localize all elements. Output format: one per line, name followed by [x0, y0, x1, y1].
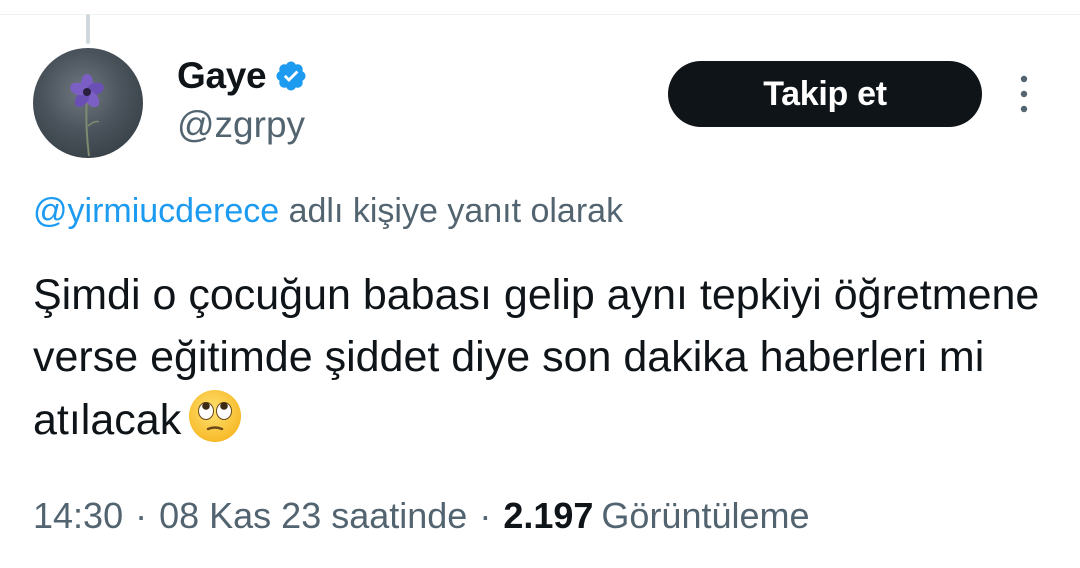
rolling-eyes-emoji-icon	[189, 390, 242, 442]
views-label: Görüntüleme	[601, 495, 810, 536]
flower-avatar-icon	[70, 74, 104, 157]
reply-context: @yirmiucderece adlı kişiye yanıt olarak	[33, 192, 623, 231]
meta-separator: ·	[479, 495, 492, 536]
reply-mention-link[interactable]: @yirmiucderece	[33, 192, 279, 230]
follow-button[interactable]: Takip et	[668, 61, 982, 127]
views-count: 2.197	[503, 495, 594, 536]
display-name[interactable]: Gaye	[177, 55, 267, 97]
avatar[interactable]	[33, 48, 143, 158]
tweet-meta: 14:30 · 08 Kas 23 saatinde · 2.197 Görün…	[33, 495, 810, 537]
meta-separator: ·	[135, 495, 148, 536]
tweet-body: Şimdi o çocuğun babası gelip aynı tepkiy…	[33, 271, 1040, 444]
tweet-text: Şimdi o çocuğun babası gelip aynı tepkiy…	[33, 264, 1053, 451]
tweet-time[interactable]: 14:30	[33, 495, 123, 537]
more-vertical-icon[interactable]	[1010, 73, 1038, 117]
tweet-date[interactable]: 08 Kas 23 saatinde	[159, 495, 467, 537]
thread-connector-line	[86, 14, 90, 44]
top-divider	[0, 14, 1080, 15]
verified-badge-icon	[276, 61, 306, 91]
author-handle[interactable]: @zgrpy	[177, 104, 305, 146]
author-name-row[interactable]: Gaye	[177, 54, 308, 98]
reply-context-suffix: adlı kişiye yanıt olarak	[279, 192, 624, 230]
